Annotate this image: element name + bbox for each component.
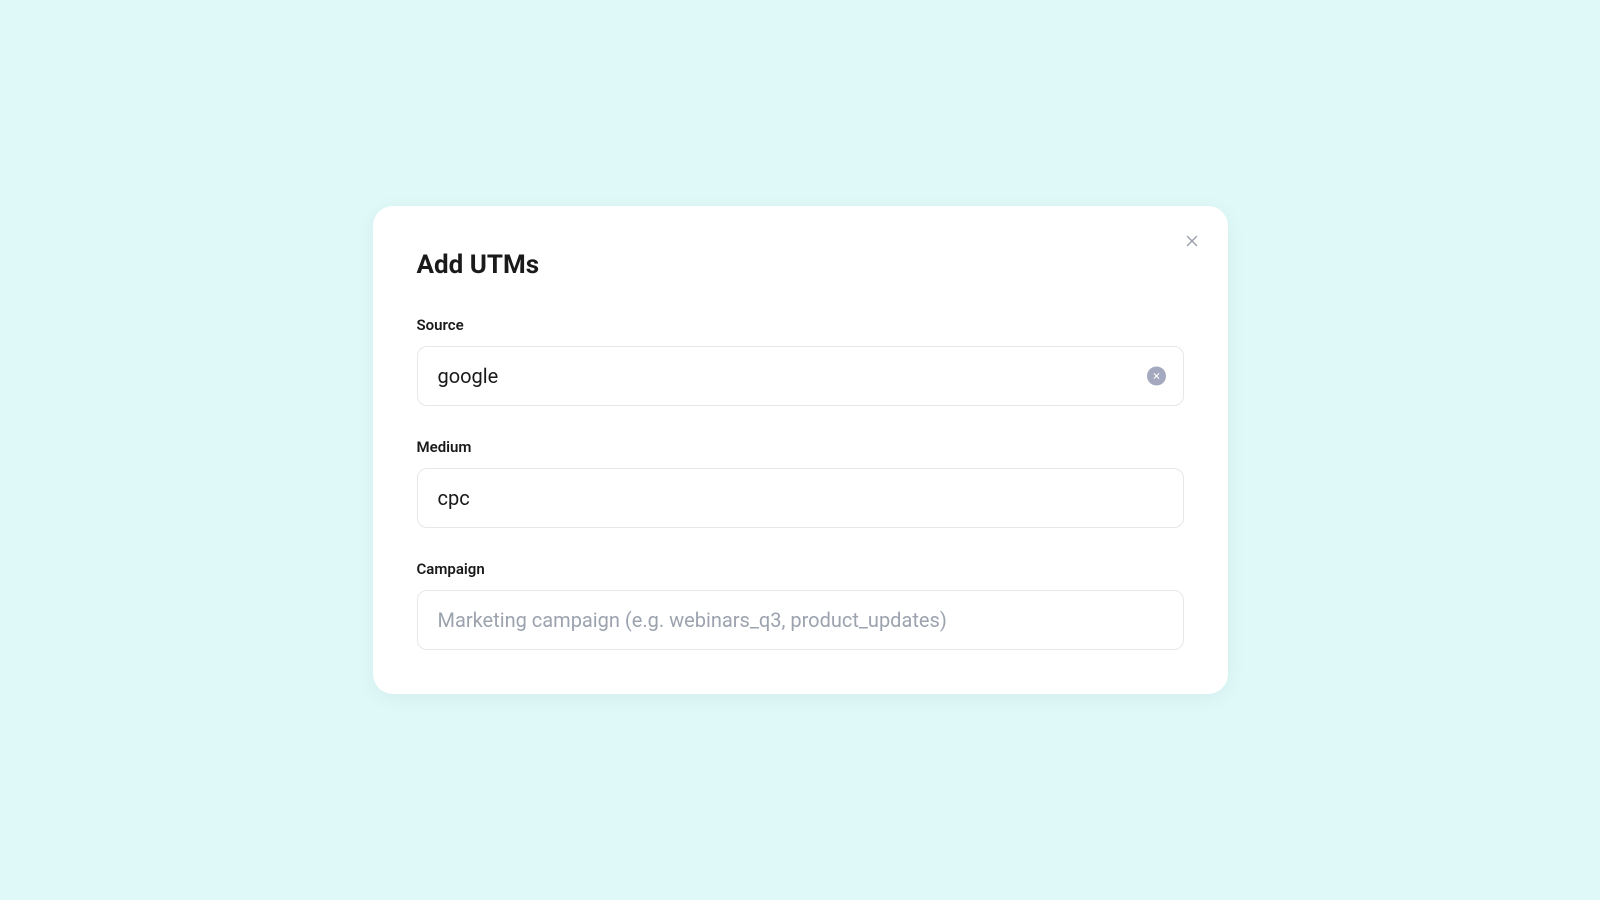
modal-title: Add UTMs bbox=[417, 250, 1184, 280]
close-button[interactable] bbox=[1178, 228, 1206, 256]
close-icon bbox=[1183, 232, 1201, 253]
campaign-input-wrapper bbox=[417, 590, 1184, 650]
clear-icon bbox=[1152, 369, 1161, 384]
source-label: Source bbox=[417, 316, 1184, 334]
medium-input[interactable] bbox=[417, 468, 1184, 528]
source-clear-button[interactable] bbox=[1147, 367, 1166, 386]
campaign-form-group: Campaign bbox=[417, 560, 1184, 650]
campaign-label: Campaign bbox=[417, 560, 1184, 578]
utm-modal: Add UTMs Source Medium Campaign bbox=[373, 206, 1228, 694]
campaign-input[interactable] bbox=[417, 590, 1184, 650]
source-form-group: Source bbox=[417, 316, 1184, 406]
source-input[interactable] bbox=[417, 346, 1184, 406]
medium-input-wrapper bbox=[417, 468, 1184, 528]
source-input-wrapper bbox=[417, 346, 1184, 406]
medium-form-group: Medium bbox=[417, 438, 1184, 528]
medium-label: Medium bbox=[417, 438, 1184, 456]
